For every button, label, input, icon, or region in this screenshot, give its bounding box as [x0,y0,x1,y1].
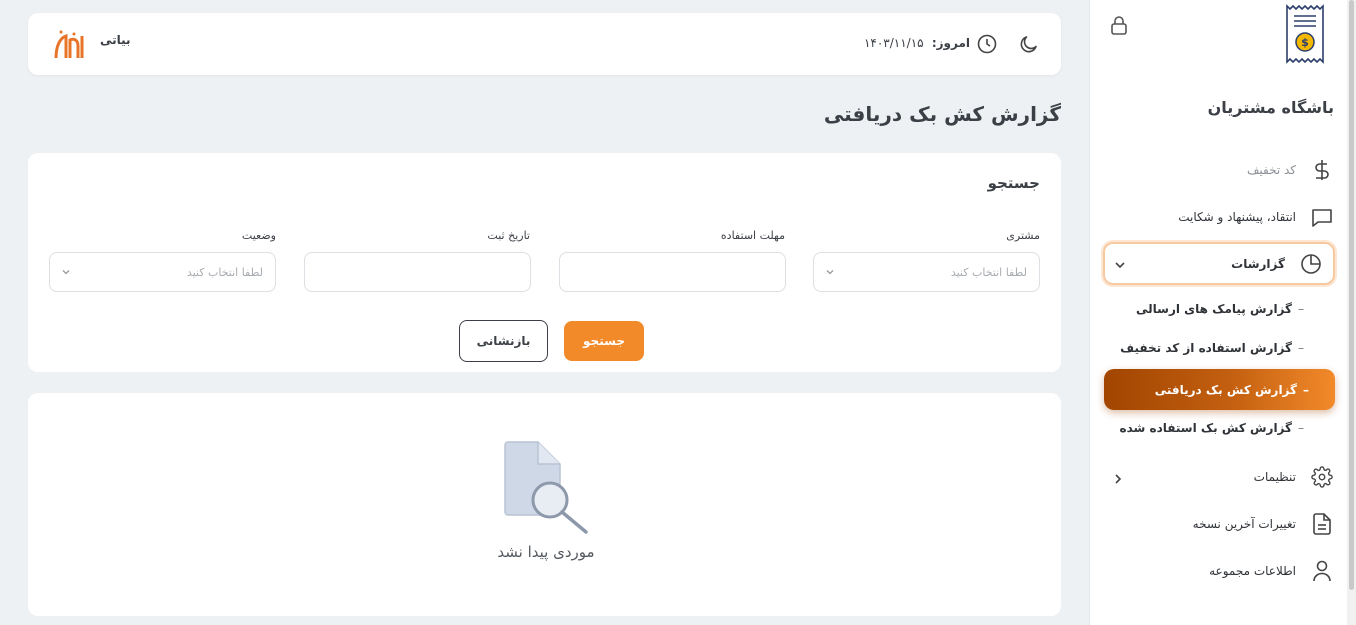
dash: – [1298,302,1304,316]
status-select-placeholder: لطفا انتخاب کنید [186,265,263,279]
register-date-field[interactable] [304,252,531,292]
expiry-date-field[interactable] [559,252,786,292]
search-panel-title: جستجو [987,174,1040,192]
dollar-icon [1310,158,1334,182]
chevron-down-icon [60,266,72,278]
today-label: امروز: [931,36,970,50]
sub-item-label: گزارش کش بک دریافتی [1154,382,1297,397]
lock-icon[interactable] [1109,15,1129,37]
reset-button[interactable]: بازنشانی [459,320,548,362]
sidebar-item-changelog[interactable]: تغییرات آخرین نسخه [1102,504,1334,544]
scrollbar-thumb[interactable] [1349,0,1354,590]
page-title: گزارش کش بک دریافتی [823,102,1061,126]
sidebar-item-label: انتقاد، پیشنهاد و شکایت [1178,210,1296,224]
sidebar-subitem-sms-report[interactable]: – گزارش پیامک های ارسالی [1136,299,1304,319]
search-button[interactable]: جستجو [564,321,644,361]
sub-item-label: گزارش پیامک های ارسالی [1136,302,1292,316]
sidebar-item-label: کد تخفیف [1246,163,1296,177]
status-label: وضعیت [241,229,276,242]
customer-select[interactable]: لطفا انتخاب کنید [813,252,1040,292]
receipt-logo-icon: $ [1284,4,1326,64]
user-icon [1310,559,1334,583]
business-logo-icon [52,28,88,62]
status-select[interactable]: لطفا انتخاب کنید [49,252,276,292]
sidebar-item-label: تنظیمات [1253,470,1296,484]
sub-item-label: گزارش کش بک استفاده شده [1119,421,1292,435]
clock-icon [977,34,997,54]
register-date-label: تاریخ ثبت [487,229,530,242]
chevron-down-icon [824,266,836,278]
message-icon [1310,205,1334,229]
pie-chart-icon [1299,252,1323,276]
sidebar-subitem-discount-usage-report[interactable]: – گزارش استفاده از کد تخفیف [1120,338,1304,358]
expiry-label: مهلت استفاده [720,229,785,242]
chevron-down-icon [1113,257,1127,271]
dash: – [1298,421,1304,435]
sidebar-item-feedback[interactable]: انتقاد، پیشنهاد و شکایت [1102,197,1334,237]
chevron-left-icon [1110,471,1126,487]
sidebar-item-label: تغییرات آخرین نسخه [1192,517,1296,531]
empty-state-message: موردی پیدا نشد [497,543,595,561]
dash: – [1303,382,1309,397]
sub-item-label: گزارش استفاده از کد تخفیف [1120,341,1292,355]
customer-label: مشتری [1006,229,1040,242]
today-date: امروز: ۱۴۰۳/۱۱/۱۵ [864,36,970,50]
sidebar-item-discount-code[interactable]: کد تخفیف [1102,150,1334,190]
moon-icon[interactable] [1019,34,1039,54]
sidebar-item-label: گزارشات [1231,256,1285,271]
sidebar-subitem-cashback-used-report[interactable]: – گزارش کش بک استفاده شده [1120,418,1304,438]
customer-select-placeholder: لطفا انتخاب کنید [950,265,1027,279]
today-value: ۱۴۰۳/۱۱/۱۵ [863,36,924,50]
user-name[interactable]: بیاتی [100,33,131,47]
sidebar-item-business-info[interactable]: اطلاعات مجموعه [1102,551,1334,591]
sidebar-item-reports[interactable]: گزارشات [1103,242,1335,285]
svg-text:$: $ [1301,36,1309,49]
file-search-icon [500,440,590,535]
sidebar-item-settings[interactable]: تنظیمات [1102,457,1334,497]
gear-icon [1310,465,1334,489]
document-icon [1310,512,1334,536]
dash: – [1298,341,1304,355]
sidebar-subitem-cashback-received-report[interactable]: – گزارش کش بک دریافتی [1104,369,1335,410]
sidebar-item-label: اطلاعات مجموعه [1209,564,1296,578]
club-title: باشگاه مشتریان [1207,98,1334,117]
